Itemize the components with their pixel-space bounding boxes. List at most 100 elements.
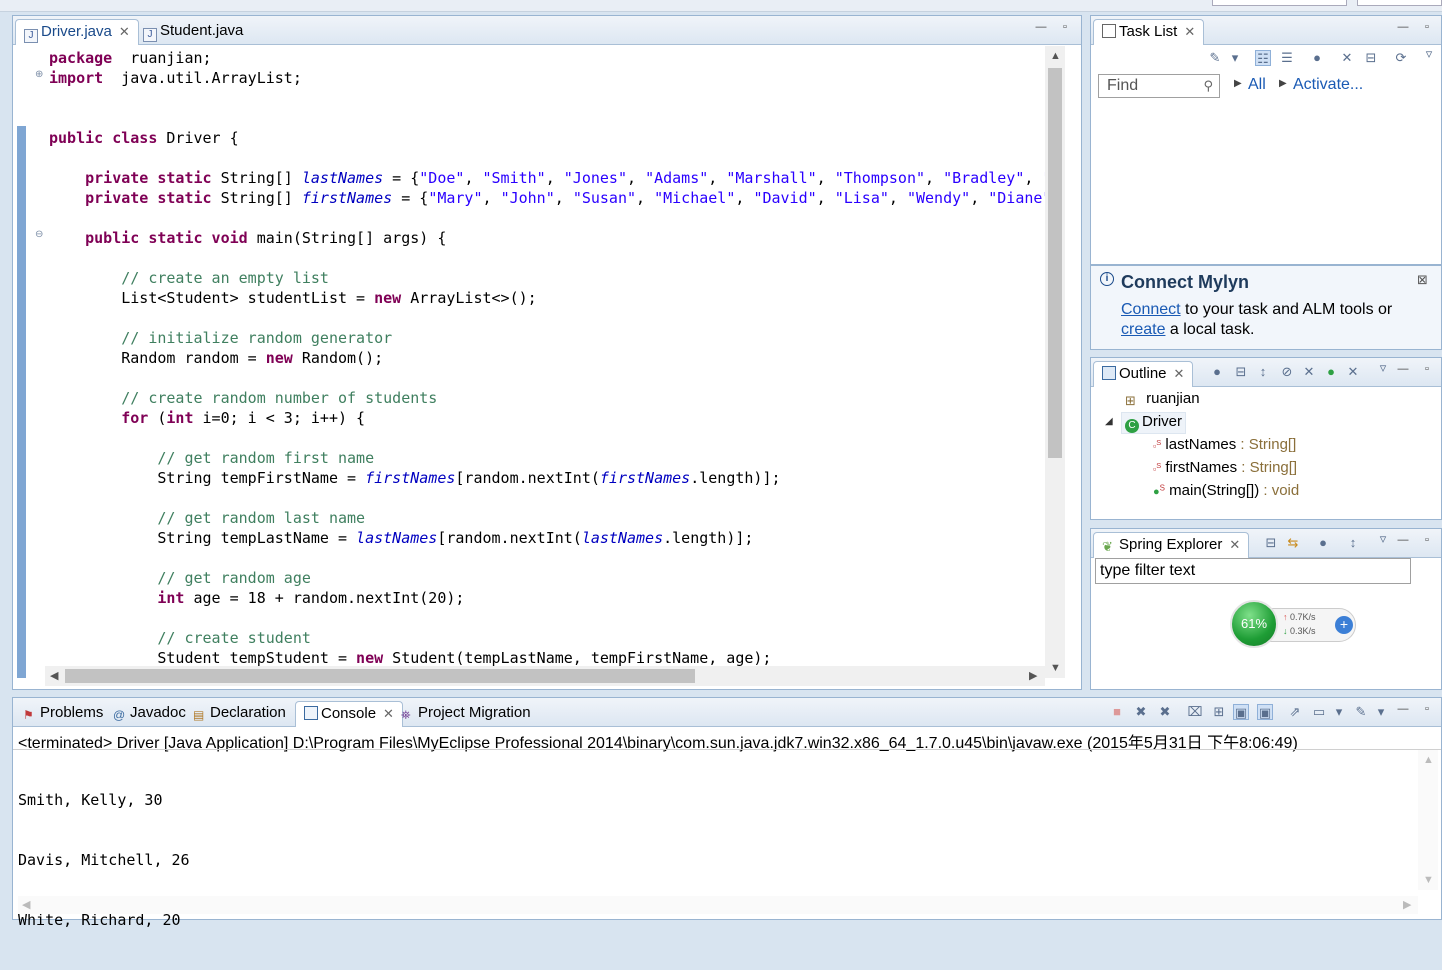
categorized-icon[interactable]: ☷	[1255, 50, 1271, 66]
find-input[interactable]: Find ⚲	[1098, 74, 1220, 98]
tab-console[interactable]: Console ✕	[295, 701, 403, 727]
scroll-left-icon[interactable]: ◀	[22, 898, 30, 911]
code-editor[interactable]: ⊕ ⊖ package ruanjian; import java.util.Ar…	[13, 46, 1045, 678]
close-icon[interactable]: ✕	[119, 24, 130, 39]
display-console-icon[interactable]: ▭	[1311, 704, 1327, 720]
connect-mylyn-panel: i Connect Mylyn ⊠ Connect to your task a…	[1090, 265, 1442, 350]
view-menu-icon[interactable]: ▿	[1375, 360, 1391, 376]
sort-icon[interactable]: ↕	[1255, 364, 1271, 380]
dropdown-icon[interactable]: ▾	[1331, 704, 1347, 720]
scroll-right-icon[interactable]: ▶	[1029, 669, 1037, 682]
show-stderr-icon[interactable]: ▣	[1257, 704, 1273, 720]
terminate-icon[interactable]: ■	[1109, 704, 1125, 720]
dropdown-icon[interactable]: ▾	[1373, 704, 1389, 720]
scroll-up-icon[interactable]: ▲	[1423, 754, 1434, 766]
tab-problems[interactable]: ⚑ Problems	[15, 701, 111, 727]
scroll-lock-icon[interactable]: ⊞	[1211, 704, 1227, 720]
scroll-thumb[interactable]	[65, 669, 695, 683]
scroll-right-icon[interactable]: ▶	[1403, 898, 1411, 911]
activate-link[interactable]: Activate...	[1293, 76, 1363, 94]
outline-member[interactable]: ▫S lastNames : String[]	[1153, 436, 1296, 453]
expand-icon[interactable]: ⊕	[35, 70, 45, 80]
remove-launch-icon[interactable]: ✖	[1133, 704, 1149, 720]
expanded-triangle-icon[interactable]: ◢	[1105, 416, 1113, 427]
maximize-icon[interactable]: ▫	[1421, 22, 1433, 34]
minimize-icon[interactable]: —	[1397, 704, 1409, 716]
outline-member[interactable]: ▫S firstNames : String[]	[1153, 459, 1297, 476]
hide-local-types-icon[interactable]: ✕	[1345, 364, 1361, 380]
collapse-all-icon[interactable]: ⊟	[1263, 535, 1279, 551]
maximize-icon[interactable]: ▫	[1421, 704, 1433, 716]
sort-icon[interactable]: ↕	[1345, 535, 1361, 551]
toolbar-field-2[interactable]	[1357, 0, 1442, 6]
close-icon[interactable]: ✕	[1229, 537, 1240, 552]
toolbar-field[interactable]	[1212, 0, 1347, 6]
tab-student-java[interactable]: J Student.java	[135, 19, 251, 45]
close-icon[interactable]: ✕	[1174, 366, 1185, 381]
outline-label: ruanjian	[1146, 390, 1200, 407]
vertical-scrollbar[interactable]: ▲ ▼	[1045, 46, 1065, 678]
scroll-thumb[interactable]	[1048, 68, 1062, 458]
clear-console-icon[interactable]: ⌧	[1187, 704, 1203, 720]
hide-fields-icon[interactable]: ⊘	[1279, 364, 1295, 380]
focus-icon[interactable]: ●	[1209, 364, 1225, 380]
outline-class[interactable]: C Driver	[1121, 412, 1186, 434]
tab-spring-explorer[interactable]: ❦ Spring Explorer ✕	[1093, 532, 1250, 558]
console-output[interactable]: Smith, Kelly, 30 Davis, Mitchell, 26 Whi…	[18, 750, 190, 970]
view-menu-icon[interactable]: ▿	[1421, 46, 1437, 62]
scheduled-icon[interactable]: ☰	[1279, 50, 1295, 66]
collapse-all-icon[interactable]: ⊟	[1233, 364, 1249, 380]
view-menu-icon[interactable]: ▿	[1375, 531, 1391, 547]
hide-static-icon[interactable]: ✕	[1301, 364, 1317, 380]
collapse-all-icon[interactable]: ✕	[1339, 50, 1355, 66]
expand-all-icon[interactable]: ⊟	[1363, 50, 1379, 66]
tab-task-list[interactable]: Task List ✕	[1093, 19, 1205, 45]
create-link[interactable]: create	[1121, 321, 1165, 338]
tab-javadoc[interactable]: @ Javadoc	[105, 701, 194, 727]
dropdown-icon[interactable]: ▾	[1227, 50, 1243, 66]
declaration-icon: ▤	[193, 708, 205, 722]
horizontal-scrollbar[interactable]: ◀ ▶	[45, 666, 1045, 686]
plus-icon[interactable]: +	[1335, 616, 1353, 634]
minimize-icon[interactable]: —	[1397, 364, 1409, 376]
member-name: main(String[])	[1169, 482, 1260, 499]
filter-input[interactable]: type filter text	[1095, 558, 1411, 584]
tab-driver-java[interactable]: J Driver.java ✕	[15, 19, 139, 45]
scroll-up-icon[interactable]: ▲	[1050, 50, 1061, 62]
remove-all-icon[interactable]: ✖	[1157, 704, 1173, 720]
minimize-icon[interactable]: —	[1397, 22, 1409, 34]
tab-declaration[interactable]: ▤ Declaration	[185, 701, 294, 727]
collapse-icon[interactable]: ⊖	[35, 230, 45, 240]
maximize-icon[interactable]: ▫	[1059, 22, 1071, 34]
close-icon[interactable]: ✕	[1184, 24, 1195, 39]
outline-package[interactable]: ⊞ ruanjian	[1125, 390, 1200, 408]
tab-outline[interactable]: Outline ✕	[1093, 361, 1194, 387]
link-editor-icon[interactable]: ⇆	[1285, 535, 1301, 551]
scroll-down-icon[interactable]: ▼	[1050, 662, 1061, 674]
open-console-icon[interactable]: ✎	[1353, 704, 1369, 720]
console-horizontal-scrollbar[interactable]: ◀ ▶	[18, 896, 1418, 914]
network-meter-widget[interactable]: ↑ 0.7K/s ↓ 0.3K/s + 61%	[1230, 600, 1358, 648]
show-stdout-icon[interactable]: ▣	[1233, 704, 1249, 720]
minimize-icon[interactable]: —	[1035, 22, 1047, 34]
console-vertical-scrollbar[interactable]: ▲ ▼	[1418, 750, 1438, 890]
all-link[interactable]: All	[1248, 76, 1266, 94]
close-icon[interactable]: ⊠	[1417, 272, 1428, 288]
hide-nonpublic-icon[interactable]: ●	[1323, 364, 1339, 380]
minimize-icon[interactable]: —	[1397, 535, 1409, 547]
find-placeholder: Find	[1107, 77, 1139, 94]
scroll-down-icon[interactable]: ▼	[1423, 874, 1434, 886]
maximize-icon[interactable]: ▫	[1421, 364, 1433, 376]
code-line: // create an empty list	[121, 269, 329, 287]
maximize-icon[interactable]: ▫	[1421, 535, 1433, 547]
tab-project-migration[interactable]: ⛯ Project Migration	[393, 701, 539, 727]
focus-icon[interactable]: ●	[1315, 535, 1331, 551]
scroll-left-icon[interactable]: ◀	[50, 669, 58, 682]
sync-icon[interactable]: ⟳	[1393, 50, 1409, 66]
outline-tabstrip: Outline ✕ ● ⊟ ↕ ⊘ ✕ ● ✕ ▿ — ▫	[1091, 358, 1441, 387]
pin-console-icon[interactable]: ⇗	[1287, 704, 1303, 720]
new-task-icon[interactable]: ✎	[1207, 50, 1223, 66]
outline-member[interactable]: ●S main(String[]) : void	[1153, 482, 1299, 499]
connect-link[interactable]: Connect	[1121, 301, 1181, 318]
focus-icon[interactable]: ●	[1309, 50, 1325, 66]
